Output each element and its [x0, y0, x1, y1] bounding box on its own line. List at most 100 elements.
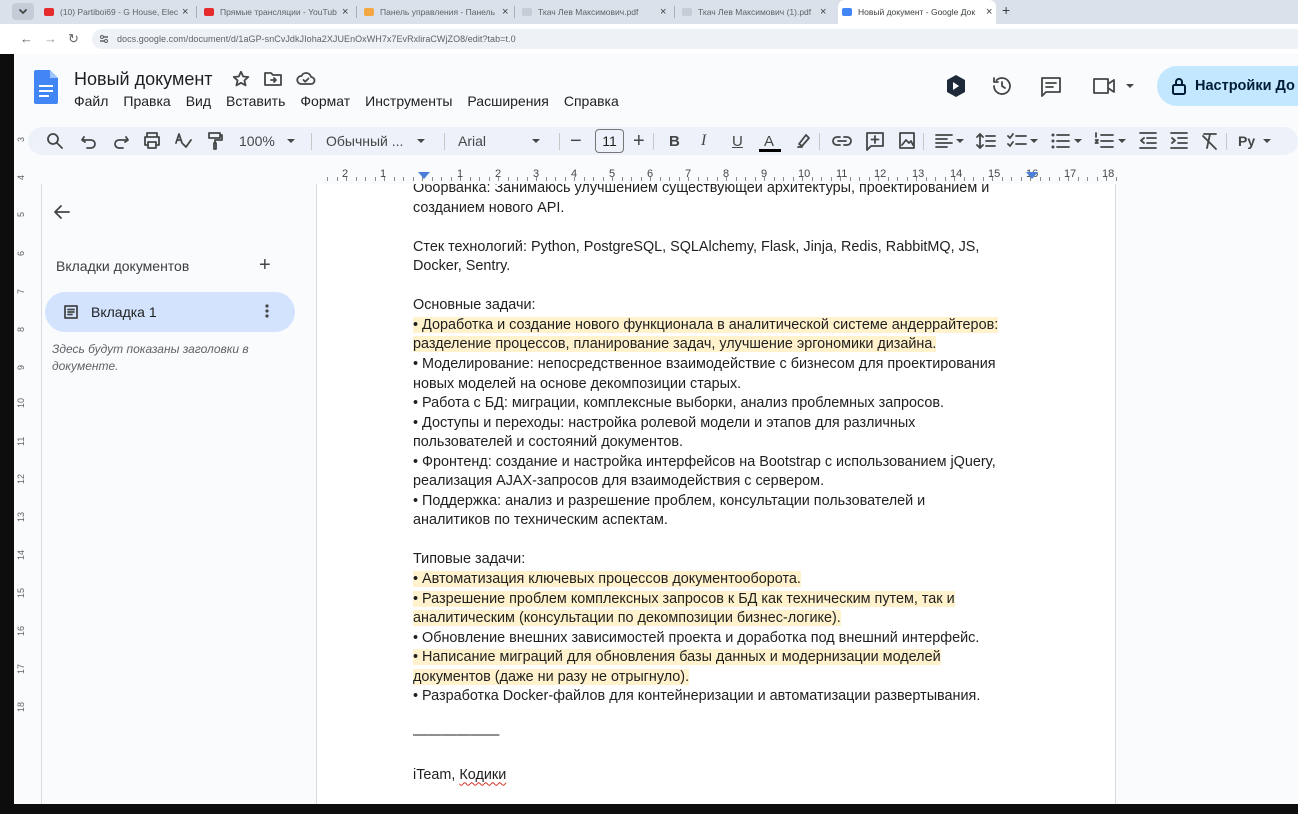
misspelled-word[interactable]: Кодики — [459, 767, 506, 783]
document-line[interactable]: • Разрешение проблем комплексных запросо… — [413, 590, 955, 609]
tab-search-button[interactable] — [12, 3, 34, 20]
document-line[interactable]: • Доработка и создание нового функционал… — [413, 316, 999, 335]
star-icon[interactable] — [232, 70, 250, 88]
menu-extensions[interactable]: Расширения — [467, 93, 548, 109]
document-line[interactable]: Стек технологий: Python, PostgreSQL, SQL… — [413, 238, 979, 257]
reload-icon[interactable]: ↻ — [68, 31, 79, 47]
back-icon[interactable]: ← — [20, 31, 33, 46]
align-icon[interactable] — [934, 127, 966, 155]
document-line[interactable]: аналитическим (консультации по декомпози… — [413, 609, 841, 628]
menu-edit[interactable]: Правка — [123, 93, 170, 109]
horizontal-ruler[interactable]: 21123456789101112131415161718 — [316, 167, 1117, 185]
decrease-font-size-icon[interactable]: − — [570, 127, 582, 155]
right-indent-marker-icon[interactable] — [1026, 172, 1038, 184]
document-line[interactable]: • Работа с БД: миграции, комплексные выб… — [413, 394, 944, 413]
spellcheck-icon[interactable] — [174, 127, 192, 155]
insert-image-icon[interactable] — [897, 127, 917, 155]
meet-icon[interactable] — [1092, 76, 1136, 96]
document-line[interactable]: созданием нового API. — [413, 199, 564, 218]
menu-view[interactable]: Вид — [186, 93, 211, 109]
document-line[interactable]: новых моделей на основе декомпозиции ста… — [413, 375, 741, 394]
menu-help[interactable]: Справка — [564, 93, 619, 109]
decrease-indent-icon[interactable] — [1138, 127, 1158, 155]
document-title[interactable]: Новый документ — [74, 69, 213, 90]
browser-tab[interactable]: Панель управления - Панель × — [360, 2, 512, 22]
close-tab-icon[interactable]: × — [502, 6, 512, 18]
menu-insert[interactable]: Вставить — [226, 93, 285, 109]
close-tab-icon[interactable]: × — [182, 6, 192, 18]
url-text[interactable]: docs.google.com/document/d/1aGP-snCvJdkJ… — [117, 34, 516, 44]
document-line[interactable]: —————— — [413, 726, 499, 745]
docs-logo-icon[interactable] — [34, 70, 58, 104]
numbered-list-icon[interactable] — [1094, 127, 1128, 155]
add-comment-icon[interactable] — [865, 127, 885, 155]
print-icon[interactable] — [143, 127, 161, 155]
undo-icon[interactable] — [80, 127, 98, 155]
redo-icon[interactable] — [112, 127, 130, 155]
menu-format[interactable]: Формат — [300, 93, 350, 109]
forward-icon[interactable]: → — [44, 31, 57, 46]
underline-icon[interactable]: U — [732, 127, 743, 155]
site-info-icon[interactable] — [98, 33, 110, 45]
bold-icon[interactable]: B — [669, 127, 680, 155]
close-tab-icon[interactable]: × — [820, 6, 830, 18]
comments-icon[interactable] — [1039, 75, 1063, 99]
increase-indent-icon[interactable] — [1169, 127, 1189, 155]
share-button[interactable]: Настройки До — [1157, 66, 1298, 106]
document-line[interactable]: аналитиков по техническим аспектам. — [413, 511, 668, 530]
document-line[interactable]: • Автоматизация ключевых процессов докум… — [413, 570, 801, 589]
close-tab-icon[interactable]: × — [986, 6, 996, 18]
document-line[interactable]: • Написание миграций для обновления базы… — [413, 648, 941, 667]
close-tab-icon[interactable]: × — [342, 6, 352, 18]
input-tools-select[interactable]: Ру — [1238, 127, 1275, 155]
document-line[interactable]: Docker, Sentry. — [413, 257, 510, 276]
document-line[interactable]: • Фронтенд: создание и настройка интерфе… — [413, 453, 996, 472]
document-line[interactable]: • Доступы и переходы: настройка ролевой … — [413, 414, 915, 433]
back-arrow-icon[interactable] — [52, 202, 72, 222]
font-select[interactable]: Arial — [458, 127, 554, 155]
menu-file[interactable]: Файл — [74, 93, 108, 109]
document-line[interactable]: Типовые задачи: — [413, 550, 525, 569]
document-line[interactable]: реализация AJAX-запросов для взаимодейст… — [413, 472, 824, 491]
document-line[interactable]: • Поддержка: анализ и разрешение проблем… — [413, 492, 925, 511]
document-line[interactable]: • Моделирование: непосредственное взаимо… — [413, 355, 996, 374]
line-spacing-icon[interactable] — [976, 127, 996, 155]
close-tab-icon[interactable]: × — [660, 6, 670, 18]
document-tab-1[interactable] — [45, 292, 295, 332]
cloud-saved-icon[interactable] — [296, 70, 316, 88]
document-line[interactable]: Оборванка: Занимаюсь улучшением существу… — [413, 184, 989, 198]
document-line[interactable]: пользователей и состояний документов. — [413, 433, 683, 452]
document-line[interactable]: • Разработка Docker-файлов для контейнер… — [413, 687, 980, 706]
menu-tools[interactable]: Инструменты — [365, 93, 452, 109]
document-page[interactable]: Оборванка: Занимаюсь улучшением существу… — [316, 184, 1116, 804]
paragraph-style-select[interactable]: Обычный ... — [326, 127, 436, 155]
document-line[interactable]: Основные задачи: — [413, 296, 536, 315]
zoom-select[interactable]: 100% — [239, 127, 299, 155]
gemini-extension-icon[interactable] — [945, 74, 967, 98]
document-line[interactable]: • Обновление внешних зависимостей проект… — [413, 629, 979, 648]
font-size-input[interactable]: 11 — [595, 129, 624, 153]
increase-font-size-icon[interactable]: + — [633, 127, 645, 155]
document-line[interactable]: iTeam, Кодики — [413, 766, 506, 785]
document-line[interactable]: документов (даже ни разу не отрыгнуло). — [413, 668, 690, 687]
browser-tab[interactable]: (10) Partiboi69 - G House, Elect × — [40, 2, 192, 22]
insert-link-icon[interactable] — [832, 127, 852, 155]
browser-tab[interactable]: Новый документ - Google Док × — [838, 0, 996, 24]
paint-format-icon[interactable] — [206, 127, 224, 155]
search-menus-icon[interactable] — [46, 127, 64, 155]
clear-formatting-icon[interactable] — [1200, 127, 1220, 155]
highlight-color-icon[interactable] — [794, 127, 812, 155]
browser-tab[interactable]: Ткач Лев Максимович.pdf × — [518, 2, 670, 22]
checklist-icon[interactable] — [1006, 127, 1040, 155]
version-history-icon[interactable] — [990, 74, 1014, 98]
move-folder-icon[interactable] — [263, 70, 283, 88]
more-options-icon[interactable] — [264, 303, 270, 319]
left-indent-marker-icon[interactable] — [418, 172, 430, 184]
browser-tab[interactable]: Прямые трансляции - YouTub × — [200, 2, 352, 22]
new-tab-button[interactable]: + — [1002, 2, 1010, 18]
document-line[interactable]: разделение процессов, планирование задач… — [413, 335, 937, 354]
bulleted-list-icon[interactable] — [1050, 127, 1084, 155]
add-tab-icon[interactable]: + — [259, 254, 271, 277]
italic-icon[interactable]: I — [701, 127, 706, 155]
browser-tab[interactable]: Ткач Лев Максимович (1).pdf × — [678, 2, 830, 22]
